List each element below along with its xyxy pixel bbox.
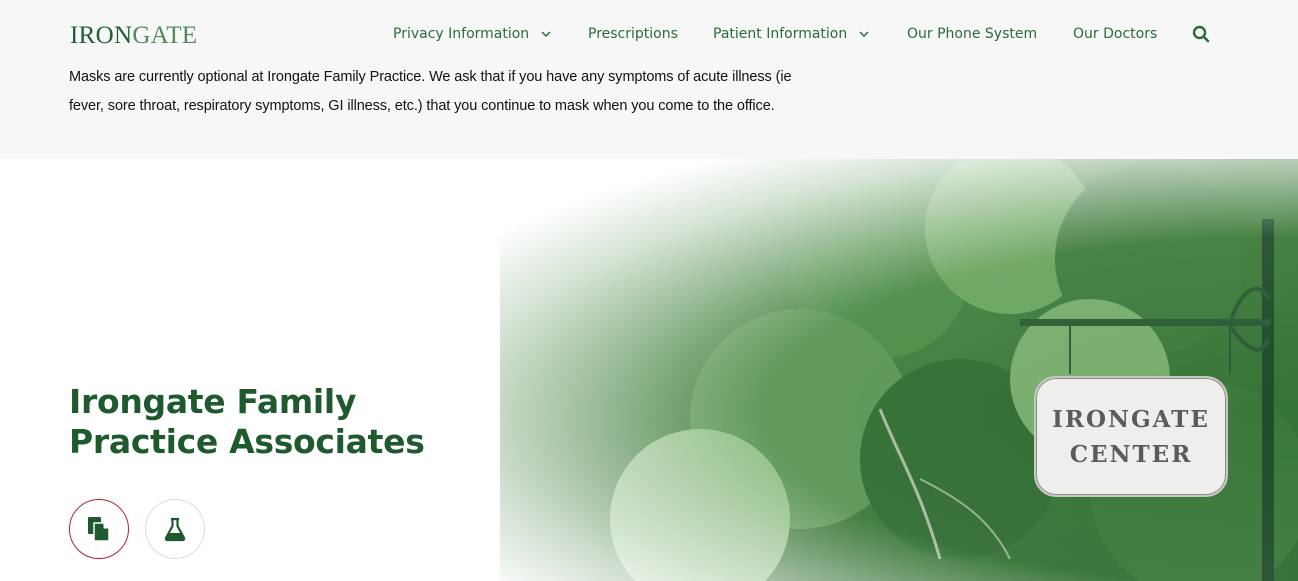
nav-item-label: Privacy Information xyxy=(393,26,530,42)
chevron-down-icon xyxy=(859,31,869,38)
irongate-center-sign: IRONGATE CENTER xyxy=(1034,376,1228,497)
nav-item-label: Our Doctors xyxy=(1073,26,1158,42)
nav-item-patient-information[interactable]: Patient Information xyxy=(713,23,870,45)
nav-item-label: Prescriptions xyxy=(588,26,678,42)
nav-item-our-doctors[interactable]: Our Doctors xyxy=(1073,23,1157,45)
hero-title-line1: Irongate Family xyxy=(69,382,357,421)
top-bar: IRONGATE Privacy Information Prescriptio… xyxy=(0,0,1298,159)
nav-item-label: Our Phone System xyxy=(907,26,1038,42)
main-nav: Privacy Information Prescriptions Patien… xyxy=(0,23,1298,45)
sign-line1: IRONGATE xyxy=(1052,405,1210,433)
sign-line2: CENTER xyxy=(1069,440,1193,468)
documents-icon xyxy=(88,517,110,542)
nav-item-privacy-information[interactable]: Privacy Information xyxy=(393,23,552,45)
nav-item-prescriptions[interactable]: Prescriptions xyxy=(588,23,678,45)
nav-item-our-phone-system[interactable]: Our Phone System xyxy=(907,23,1037,45)
hero-title: Irongate Family Practice Associates xyxy=(69,382,489,462)
lab-results-button[interactable] xyxy=(145,499,205,559)
hero-title-line2: Practice Associates xyxy=(69,422,425,461)
chevron-down-icon xyxy=(541,31,551,38)
nav-item-label: Patient Information xyxy=(713,26,848,42)
search-icon[interactable] xyxy=(1192,25,1210,43)
covid-mask-notice: Masks are currently optional at Irongate… xyxy=(69,69,792,114)
documents-button[interactable] xyxy=(69,499,129,559)
flask-icon xyxy=(164,517,186,542)
hero-section: Irongate Family Practice Associates IRON… xyxy=(0,159,1298,581)
